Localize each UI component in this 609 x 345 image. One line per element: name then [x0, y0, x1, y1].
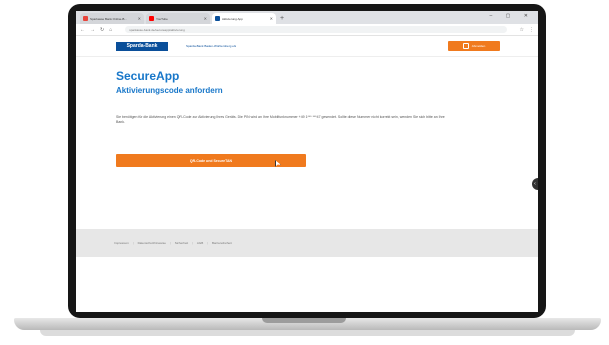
- footer-link-barrierefreiheit[interactable]: Barrierefreiheit: [212, 241, 232, 245]
- laptop-screen: Sparkasse Bank Online-B... ✕ YouTube ✕ A…: [76, 11, 538, 312]
- page-subtitle: Aktivierungscode anfordern: [116, 86, 223, 95]
- laptop-notch: [262, 318, 346, 323]
- footer-link-agb[interactable]: AGB: [197, 241, 203, 245]
- footer-separator: |: [192, 241, 193, 245]
- footer-link-datenschutz[interactable]: Datenschutzhinweise: [138, 241, 166, 245]
- bank-logo[interactable]: Sparda-Bank: [116, 41, 168, 51]
- feedback-tab-icon[interactable]: ‹: [532, 178, 538, 190]
- browser-tab[interactable]: YouTube ✕: [146, 13, 210, 24]
- url-input[interactable]: sparkasse-bank.de/secureapp/aktivierung: [125, 26, 507, 33]
- footer-separator: |: [169, 241, 171, 245]
- footer-separator: |: [207, 241, 209, 245]
- main-content: SecureApp Aktivierungscode anfordern Sie…: [76, 57, 538, 200]
- logout-label: Abmelden: [471, 44, 486, 48]
- url-text: sparkasse-bank.de/secureapp/aktivierung: [129, 27, 185, 32]
- close-icon[interactable]: ✕: [270, 16, 273, 21]
- logout-button[interactable]: Abmelden: [448, 41, 500, 51]
- page-title: SecureApp: [116, 69, 180, 83]
- browser-tab[interactable]: Sparkasse Bank Online-B... ✕: [80, 13, 144, 24]
- description-text: Sie benötigen für die Aktivierung einen …: [116, 115, 445, 124]
- request-code-label: QR-Code und SecureTAN: [189, 158, 233, 163]
- new-tab-button[interactable]: +: [280, 13, 284, 24]
- lock-icon: [462, 43, 469, 49]
- tab-label: YouTube: [156, 16, 168, 21]
- page-footer: Impressum | Datenschutzhinweise | Sicher…: [76, 229, 538, 257]
- favicon-icon: [149, 16, 154, 21]
- browser-tab-active[interactable]: Aktivierung App ✕: [212, 13, 276, 24]
- reload-icon[interactable]: ↻: [100, 27, 104, 33]
- close-icon[interactable]: ✕: [204, 16, 207, 21]
- browser-tab-bar: Sparkasse Bank Online-B... ✕ YouTube ✕ A…: [76, 11, 538, 24]
- back-icon[interactable]: ←: [80, 27, 85, 33]
- footer-link-impressum[interactable]: Impressum: [114, 241, 129, 245]
- forward-icon[interactable]: →: [90, 27, 95, 33]
- site-header: Sparda-Bank Sparda-Bank Baden-Württember…: [76, 36, 538, 57]
- request-code-button[interactable]: QR-Code und SecureTAN: [116, 154, 306, 167]
- favicon-icon: [83, 16, 88, 21]
- bookmark-icon[interactable]: ☆: [520, 27, 524, 33]
- laptop-shadow: [40, 330, 575, 336]
- window-controls[interactable]: – ▢ ✕: [490, 13, 534, 19]
- footer-link-sicherheit[interactable]: Sicherheit: [175, 241, 188, 245]
- tab-label: Sparkasse Bank Online-B...: [90, 16, 127, 21]
- address-bar: ← → ↻ ⌂ sparkasse-bank.de/secureapp/akti…: [76, 24, 538, 36]
- close-icon[interactable]: ✕: [138, 16, 141, 21]
- menu-icon[interactable]: ⋮: [529, 27, 534, 33]
- home-icon[interactable]: ⌂: [109, 27, 112, 33]
- favicon-icon: [215, 16, 220, 21]
- tab-label: Aktivierung App: [222, 16, 243, 21]
- header-link[interactable]: Sparda-Bank Baden-Württemberg eG: [186, 44, 236, 48]
- footer-separator: |: [132, 241, 134, 245]
